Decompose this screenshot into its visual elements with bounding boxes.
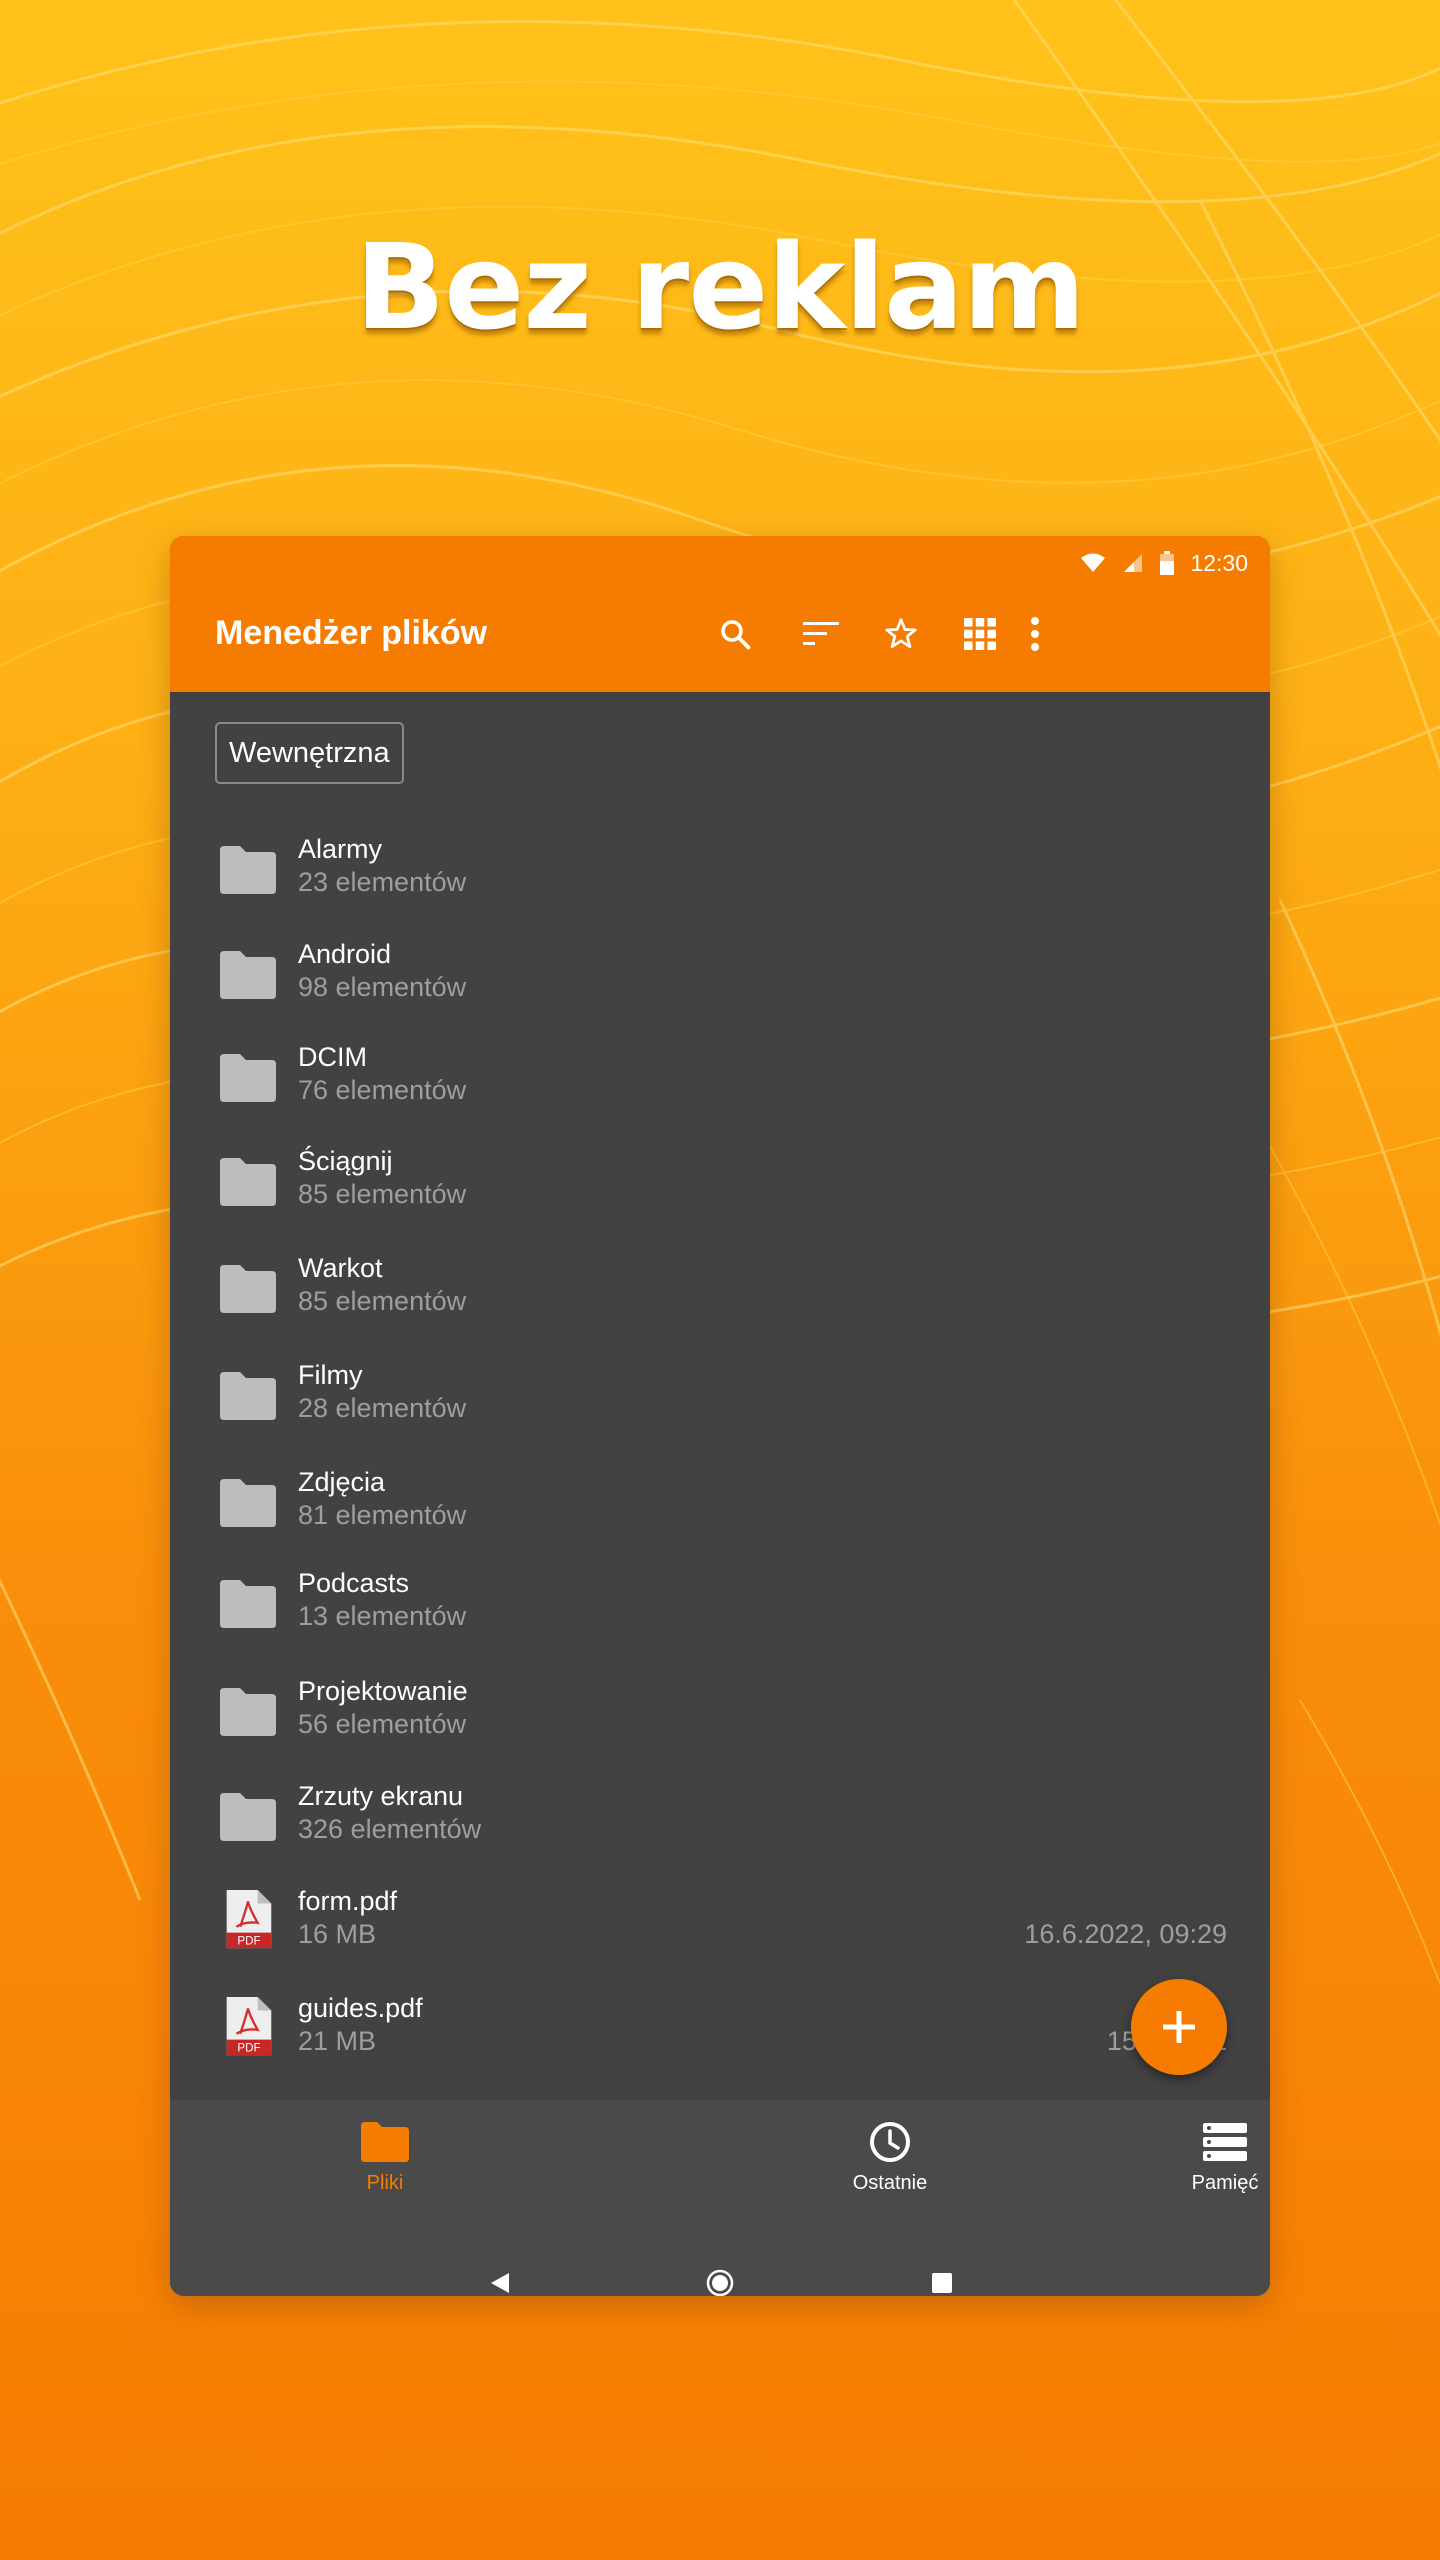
nav-item-files[interactable]: Pliki	[265, 2118, 505, 2218]
list-item[interactable]: PDF guides.pdf 21 MB 15.6.2022	[170, 1979, 1270, 2079]
sort-button[interactable]	[796, 609, 846, 659]
plus-icon	[1163, 2011, 1195, 2043]
star-icon	[885, 618, 917, 649]
list-item[interactable]: DCIM 76 elementów	[170, 1028, 1270, 1128]
file-date: 16.6.2022, 09:29	[1024, 1919, 1227, 1949]
status-time: 12:30	[1190, 549, 1248, 576]
file-name: Alarmy	[298, 834, 383, 864]
file-name: form.pdf	[298, 1886, 398, 1916]
search-icon	[721, 620, 751, 650]
folder-icon	[220, 1580, 276, 1628]
list-item[interactable]: Alarmy 23 elementów	[170, 820, 1270, 920]
back-triangle-icon	[491, 2273, 509, 2293]
home-circle-icon	[706, 2269, 734, 2296]
recents-square-icon	[932, 2273, 952, 2293]
app-screen: 12:30 Menedżer plików Wewnętrzna Alarmy …	[170, 536, 1270, 2296]
file-name: Zrzuty ekranu	[298, 1781, 464, 1811]
list-item[interactable]: Filmy 28 elementów	[170, 1346, 1270, 1446]
list-item[interactable]: PDF form.pdf 16 MB 16.6.2022, 09:29	[170, 1872, 1270, 1972]
file-meta: 85 elementów	[298, 1286, 467, 1316]
folder-icon	[220, 1688, 276, 1736]
file-name: Zdjęcia	[298, 1467, 386, 1497]
status-bar: 12:30	[1080, 546, 1248, 580]
pdf-badge: PDF	[237, 1935, 260, 1948]
app-bar: 12:30 Menedżer plików	[170, 536, 1270, 692]
storage-icon	[1203, 2123, 1247, 2161]
folder-icon	[220, 1793, 276, 1841]
file-name: guides.pdf	[298, 1993, 423, 2023]
pdf-file-icon: PDF	[226, 1889, 272, 1949]
list-item[interactable]: Zrzuty ekranu 326 elementów	[170, 1767, 1270, 1867]
list-item[interactable]: Ściągnij 85 elementów	[170, 1132, 1270, 1232]
file-meta: 16 MB	[298, 1919, 377, 1949]
file-meta: 85 elementów	[298, 1179, 467, 1209]
file-name: Warkot	[298, 1253, 383, 1283]
system-back-button[interactable]	[480, 2263, 520, 2296]
nav-label: Pliki	[366, 2172, 404, 2194]
folder-icon	[361, 2122, 409, 2162]
grid-view-button[interactable]	[955, 609, 1005, 659]
promo-headline: Bez reklam	[355, 218, 1085, 356]
list-item[interactable]: Zdjęcia 81 elementów	[170, 1453, 1270, 1553]
folder-icon	[220, 1479, 276, 1527]
clock-icon	[870, 2122, 910, 2162]
app-title: Menedżer plików	[215, 614, 488, 652]
list-item[interactable]: Android 98 elementów	[170, 925, 1270, 1025]
folder-icon	[220, 1372, 276, 1420]
nav-item-storage[interactable]: Pamięć	[1105, 2118, 1270, 2218]
folder-icon	[220, 846, 276, 894]
folder-icon	[220, 951, 276, 999]
system-recents-button[interactable]	[922, 2263, 962, 2296]
nav-item-recent[interactable]: Ostatnie	[770, 2118, 1010, 2218]
nav-label: Ostatnie	[852, 2172, 928, 2194]
file-meta: 13 elementów	[298, 1601, 467, 1631]
file-meta: 81 elementów	[298, 1500, 467, 1530]
more-vert-icon	[1031, 617, 1039, 651]
grid-view-icon	[964, 618, 996, 650]
battery-icon	[1160, 551, 1175, 575]
file-meta: 23 elementów	[298, 867, 467, 897]
pdf-badge: PDF	[237, 2042, 260, 2055]
file-meta: 76 elementów	[298, 1075, 467, 1105]
search-button[interactable]	[710, 609, 760, 659]
file-name: Projektowanie	[298, 1676, 468, 1706]
wifi-icon	[1081, 553, 1106, 572]
file-meta: 21 MB	[298, 2026, 377, 2056]
add-fab-button[interactable]	[1131, 1979, 1227, 2075]
file-name: Podcasts	[298, 1568, 410, 1598]
file-meta: 28 elementów	[298, 1393, 467, 1423]
favorites-button[interactable]	[876, 609, 926, 659]
file-meta: 98 elementów	[298, 972, 467, 1002]
list-item[interactable]: Warkot 85 elementów	[170, 1239, 1270, 1339]
folder-icon	[220, 1158, 276, 1206]
file-name: Ściągnij	[298, 1146, 393, 1176]
storage-breadcrumb-chip[interactable]: Wewnętrzna	[215, 722, 404, 784]
file-name: Android	[298, 939, 392, 969]
file-meta: 326 elementów	[298, 1814, 482, 1844]
pdf-file-icon: PDF	[226, 1996, 272, 2056]
system-home-button[interactable]	[700, 2263, 740, 2296]
file-name: Filmy	[298, 1360, 363, 1390]
folder-icon	[220, 1054, 276, 1102]
nav-label: Pamięć	[1191, 2172, 1259, 2194]
cellular-signal-icon	[1124, 554, 1143, 572]
file-meta: 56 elementów	[298, 1709, 467, 1739]
list-item[interactable]: Projektowanie 56 elementów	[170, 1662, 1270, 1762]
more-options-button[interactable]	[1010, 609, 1060, 659]
sort-icon	[803, 622, 839, 645]
file-name: DCIM	[298, 1042, 367, 1072]
folder-icon	[220, 1265, 276, 1313]
list-item[interactable]: Podcasts 13 elementów	[170, 1554, 1270, 1654]
